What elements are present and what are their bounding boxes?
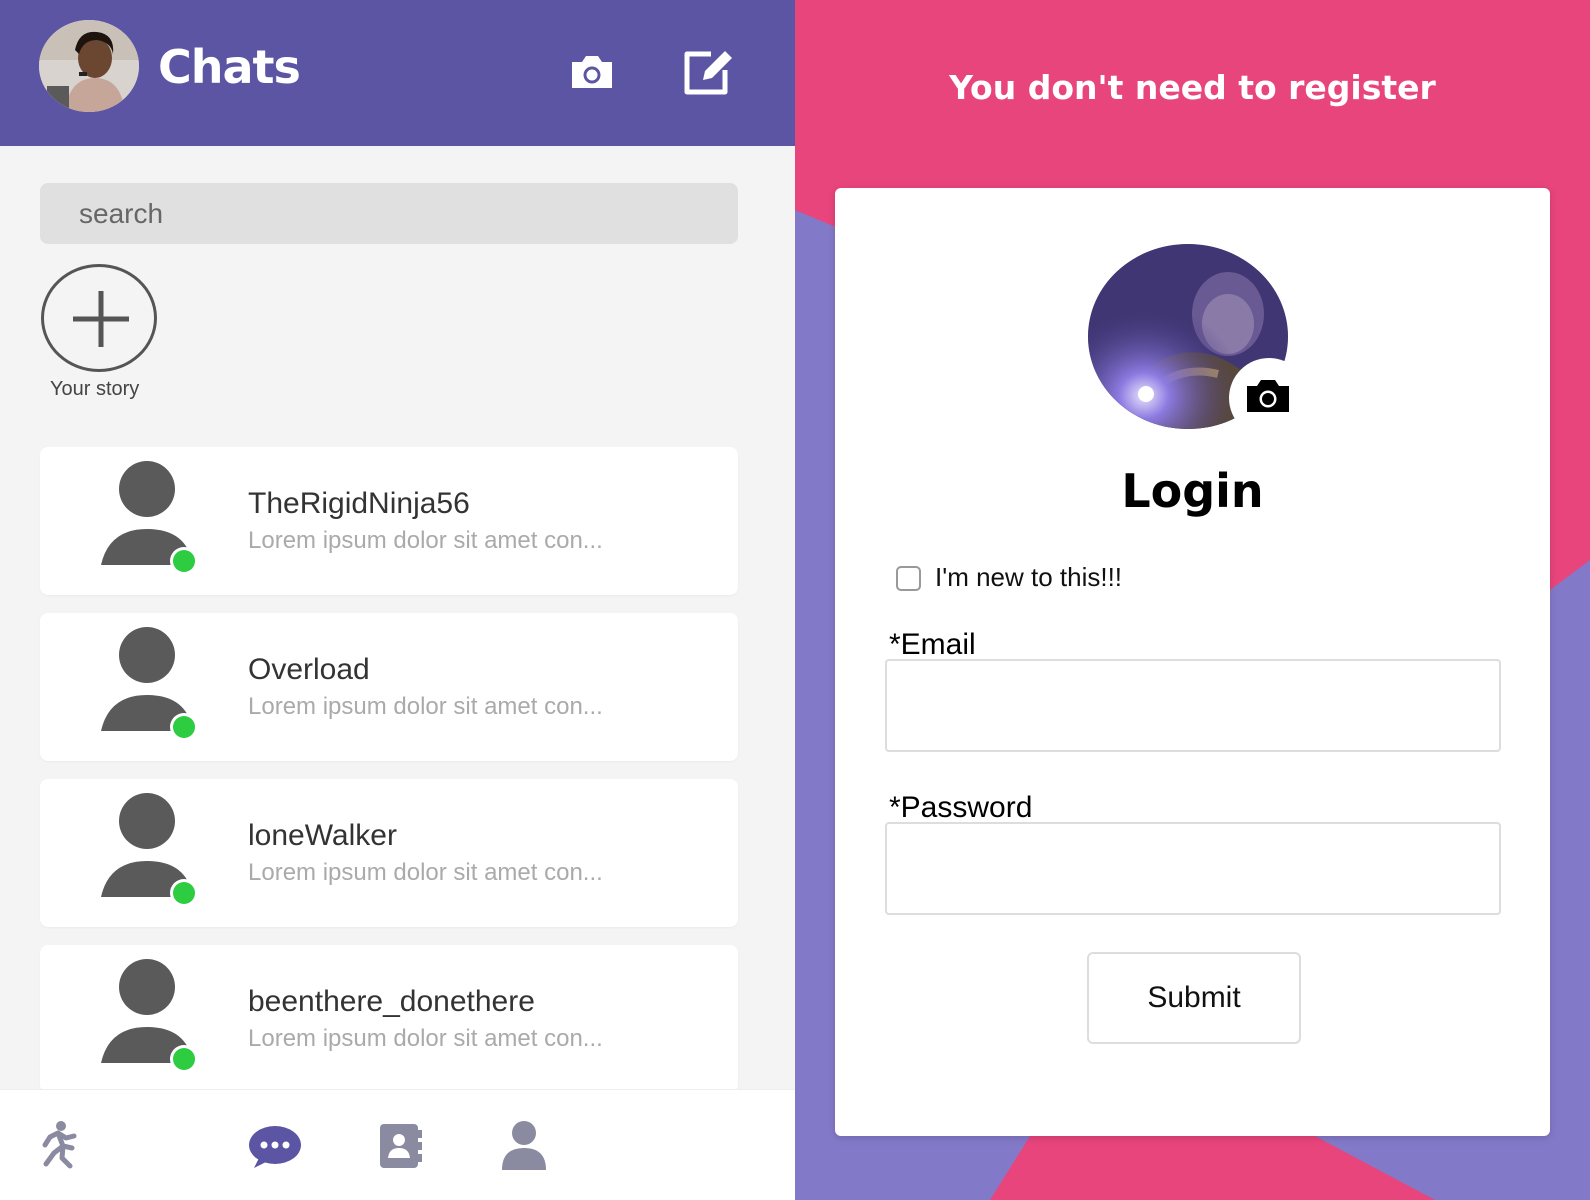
chats-header: Chats xyxy=(0,0,795,146)
story-label: Your story xyxy=(50,378,140,400)
nav-chats-button[interactable] xyxy=(248,1124,302,1175)
contacts-book-icon xyxy=(380,1124,422,1168)
user-profile-icon xyxy=(502,1121,546,1170)
login-card: Login I'm new to this!!! *Email *Passwor… xyxy=(835,188,1550,1136)
add-story-button[interactable] xyxy=(41,264,157,372)
chat-item[interactable]: loneWalker Lorem ipsum dolor sit amet co… xyxy=(40,779,738,927)
nav-contacts-button[interactable] xyxy=(378,1122,424,1175)
plus-icon xyxy=(73,291,129,347)
person-icon xyxy=(101,627,198,741)
login-heading: Login xyxy=(1121,464,1264,518)
email-label: *Email xyxy=(889,628,976,661)
chat-list: TheRigidNinja56 Lorem ipsum dolor sit am… xyxy=(40,447,738,1111)
chats-panel: Chats Your story xyxy=(0,0,795,1200)
person-icon xyxy=(101,959,198,1073)
nav-activity-button[interactable] xyxy=(36,1120,82,1175)
password-field[interactable] xyxy=(885,822,1501,915)
person-icon xyxy=(101,793,198,907)
online-indicator xyxy=(173,550,195,572)
change-photo-button[interactable] xyxy=(1229,358,1309,438)
new-user-checkbox[interactable] xyxy=(896,566,921,591)
page-title: Chats xyxy=(158,40,301,94)
email-field[interactable] xyxy=(885,659,1501,752)
login-panel: You don't need to register Login I'm new… xyxy=(795,0,1590,1200)
online-indicator xyxy=(173,716,195,738)
camera-button[interactable] xyxy=(568,44,624,100)
chat-preview: Lorem ipsum dolor sit amet con... xyxy=(248,859,603,886)
chat-preview: Lorem ipsum dolor sit amet con... xyxy=(248,527,603,554)
user-avatar[interactable] xyxy=(39,20,139,112)
chat-preview: Lorem ipsum dolor sit amet con... xyxy=(248,693,603,720)
new-user-label: I'm new to this!!! xyxy=(935,562,1123,592)
person-icon xyxy=(101,461,198,575)
online-indicator xyxy=(173,882,195,904)
chat-name: beenthere_donethere xyxy=(248,985,535,1018)
online-indicator xyxy=(173,1048,195,1070)
password-label: *Password xyxy=(889,791,1033,824)
chat-name: Overload xyxy=(248,653,370,686)
camera-icon xyxy=(1247,380,1289,412)
chat-name: TheRigidNinja56 xyxy=(248,487,470,520)
submit-button[interactable]: Submit xyxy=(1087,952,1301,1044)
register-banner: You don't need to register xyxy=(949,68,1436,107)
camera-icon xyxy=(572,56,612,88)
chat-item[interactable]: Overload Lorem ipsum dolor sit amet con.… xyxy=(40,613,738,761)
compose-button[interactable] xyxy=(681,44,737,100)
chat-name: loneWalker xyxy=(248,819,397,852)
app-root: Chats Your story xyxy=(0,0,1590,1200)
running-person-icon xyxy=(42,1121,77,1169)
chat-item[interactable]: beenthere_donethere Lorem ipsum dolor si… xyxy=(40,945,738,1093)
search-input[interactable] xyxy=(40,183,738,244)
bottom-nav xyxy=(0,1089,795,1200)
compose-icon xyxy=(684,51,732,95)
chat-item[interactable]: TheRigidNinja56 Lorem ipsum dolor sit am… xyxy=(40,447,738,595)
chat-bubble-icon xyxy=(249,1126,301,1168)
chat-preview: Lorem ipsum dolor sit amet con... xyxy=(248,1025,603,1052)
nav-profile-button[interactable] xyxy=(501,1120,547,1175)
